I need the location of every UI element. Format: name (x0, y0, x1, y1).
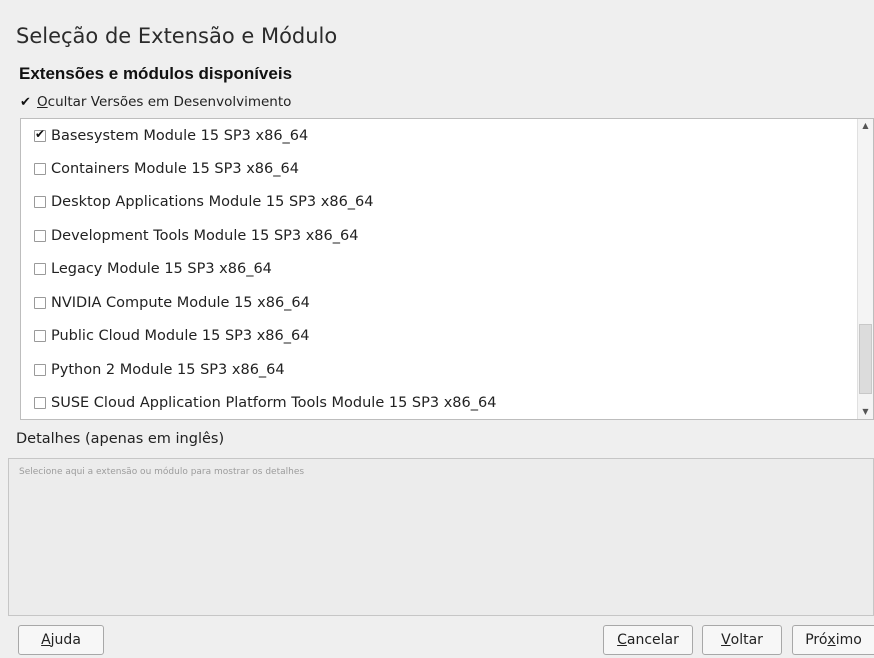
help-accel: A (41, 632, 51, 648)
module-checkbox[interactable] (34, 364, 46, 376)
section-heading: Extensões e módulos disponíveis (19, 64, 293, 83)
back-button[interactable]: Voltar (702, 625, 782, 655)
module-label: NVIDIA Compute Module 15 x86_64 (51, 295, 310, 311)
module-label: SUSE Cloud Application Platform Tools Mo… (51, 395, 497, 411)
details-label: Detalhes (apenas em inglês) (16, 431, 225, 447)
module-checkbox[interactable] (34, 297, 46, 309)
module-checkbox[interactable] (34, 196, 46, 208)
cancel-accel: C (617, 632, 627, 648)
scroll-up-arrow-icon[interactable]: ▲ (858, 119, 873, 133)
module-item-python2[interactable]: Python 2 Module 15 SP3 x86_64 (34, 359, 285, 381)
checkmark-icon[interactable]: ✔ (20, 96, 31, 109)
module-list[interactable]: Basesystem Module 15 SP3 x86_64 Containe… (20, 118, 874, 420)
module-list-items: Basesystem Module 15 SP3 x86_64 Containe… (21, 119, 857, 419)
scroll-down-arrow-icon[interactable]: ▼ (858, 405, 873, 419)
hide-dev-versions-checkbox[interactable]: ✔ Ocultar Versões em Desenvolvimento (20, 94, 291, 110)
help-label-rest: juda (50, 632, 81, 648)
module-label: Public Cloud Module 15 SP3 x86_64 (51, 328, 310, 344)
module-checkbox[interactable] (34, 127, 46, 142)
next-accel: x (827, 632, 836, 648)
module-item-suse-cloud-app-platform-tools[interactable]: SUSE Cloud Application Platform Tools Mo… (34, 392, 496, 414)
cancel-button[interactable]: Cancelar (603, 625, 693, 655)
module-item-desktop-applications[interactable]: Desktop Applications Module 15 SP3 x86_6… (34, 191, 374, 213)
dialog-title: Seleção de Extensão e Módulo (16, 24, 338, 48)
module-checkbox[interactable] (34, 230, 46, 242)
next-label-rest: imo (835, 632, 862, 648)
hide-dev-label: Ocultar Versões em Desenvolvimento (37, 94, 291, 110)
next-label-pre: Pró (805, 632, 828, 648)
module-item-legacy[interactable]: Legacy Module 15 SP3 x86_64 (34, 258, 272, 280)
module-checkbox[interactable] (34, 263, 46, 275)
help-button[interactable]: Ajuda (18, 625, 104, 655)
module-item-nvidia-compute[interactable]: NVIDIA Compute Module 15 x86_64 (34, 292, 310, 314)
back-label-rest: oltar (730, 632, 763, 648)
module-list-scrollbar[interactable]: ▲ ▼ (857, 119, 873, 419)
module-label: Legacy Module 15 SP3 x86_64 (51, 261, 272, 277)
scroll-thumb[interactable] (859, 324, 872, 394)
module-label: Desktop Applications Module 15 SP3 x86_6… (51, 194, 374, 210)
module-item-development-tools[interactable]: Development Tools Module 15 SP3 x86_64 (34, 225, 358, 247)
module-item-basesystem[interactable]: Basesystem Module 15 SP3 x86_64 (34, 125, 308, 147)
cancel-label-rest: ancelar (626, 632, 679, 648)
module-item-public-cloud[interactable]: Public Cloud Module 15 SP3 x86_64 (34, 325, 309, 347)
module-item-containers[interactable]: Containers Module 15 SP3 x86_64 (34, 158, 299, 180)
details-placeholder: Selecione aqui a extensão ou módulo para… (19, 467, 305, 477)
details-panel: Selecione aqui a extensão ou módulo para… (8, 458, 874, 616)
module-label: Development Tools Module 15 SP3 x86_64 (51, 228, 359, 244)
next-button[interactable]: Pró x imo (792, 625, 874, 655)
module-label: Basesystem Module 15 SP3 x86_64 (51, 128, 309, 144)
module-checkbox[interactable] (34, 330, 46, 342)
module-label: Python 2 Module 15 SP3 x86_64 (51, 362, 285, 378)
module-checkbox[interactable] (34, 163, 46, 175)
back-accel: V (721, 632, 731, 648)
module-label: Containers Module 15 SP3 x86_64 (51, 161, 299, 177)
hide-dev-accel: O (37, 94, 48, 110)
hide-dev-label-rest: cultar Versões em Desenvolvimento (47, 94, 292, 110)
module-checkbox[interactable] (34, 397, 46, 409)
